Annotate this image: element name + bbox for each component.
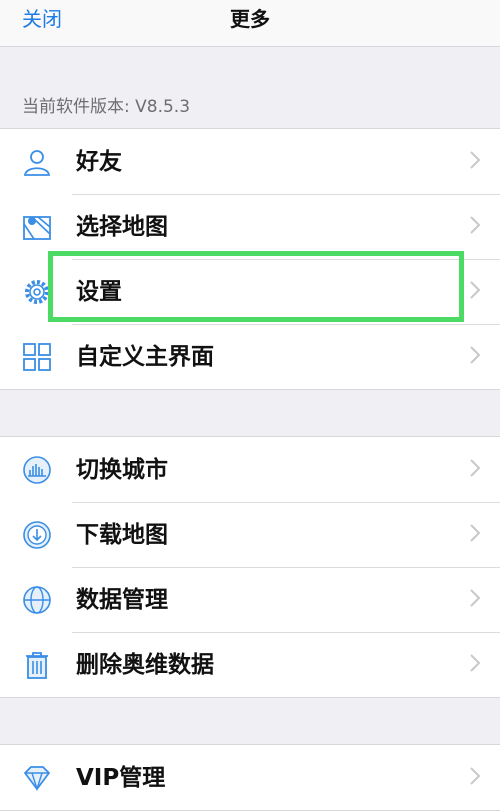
- chevron-right-icon: [470, 346, 480, 364]
- menu-item-select-map[interactable]: 选择地图: [0, 194, 500, 259]
- grid-icon: [22, 342, 52, 372]
- menu-item-vip[interactable]: VIP管理: [0, 745, 500, 810]
- chevron-right-icon: [470, 589, 480, 607]
- menu-item-settings[interactable]: 设置: [0, 259, 500, 324]
- city-icon: [22, 455, 52, 485]
- chevron-right-icon: [470, 281, 480, 299]
- chevron-right-icon: [470, 459, 480, 477]
- chevron-right-icon: [470, 216, 480, 234]
- menu-item-download-map[interactable]: 下载地图: [0, 502, 500, 567]
- menu-item-customize-home[interactable]: 自定义主界面: [0, 324, 500, 389]
- menu-item-switch-city[interactable]: 切换城市: [0, 437, 500, 502]
- chevron-right-icon: [470, 524, 480, 542]
- menu-item-label: 设置: [76, 279, 122, 305]
- menu-item-label: VIP管理: [76, 765, 166, 791]
- page-title: 更多: [230, 7, 270, 31]
- trash-icon: [22, 650, 52, 680]
- menu-item-label: 选择地图: [76, 214, 168, 240]
- menu-item-delete-data[interactable]: 删除奥维数据: [0, 632, 500, 697]
- diamond-icon: [22, 763, 52, 793]
- menu-group-2: 切换城市 下载地图 数据管理 删除奥维数据: [0, 436, 500, 698]
- menu-item-label: 切换城市: [76, 457, 168, 483]
- menu-item-label: 下载地图: [76, 522, 168, 548]
- navigation-bar: 关闭 更多: [0, 0, 500, 47]
- chevron-right-icon: [470, 151, 480, 169]
- menu-item-label: 自定义主界面: [76, 344, 214, 370]
- globe-icon: [22, 585, 52, 615]
- chevron-right-icon: [470, 767, 480, 785]
- menu-item-label: 好友: [76, 149, 122, 175]
- menu-item-friends[interactable]: 好友: [0, 129, 500, 194]
- menu-group-1: 好友 选择地图 设置 自定义主界面: [0, 128, 500, 390]
- menu-group-3: VIP管理: [0, 744, 500, 811]
- menu-item-label: 删除奥维数据: [76, 652, 214, 678]
- menu-item-data-management[interactable]: 数据管理: [0, 567, 500, 632]
- version-label: 当前软件版本: V8.5.3: [22, 97, 191, 117]
- user-icon: [22, 147, 52, 177]
- menu-item-label: 数据管理: [76, 587, 168, 613]
- download-icon: [22, 520, 52, 550]
- chevron-right-icon: [470, 654, 480, 672]
- map-icon: [22, 212, 52, 242]
- gear-icon: [22, 277, 52, 307]
